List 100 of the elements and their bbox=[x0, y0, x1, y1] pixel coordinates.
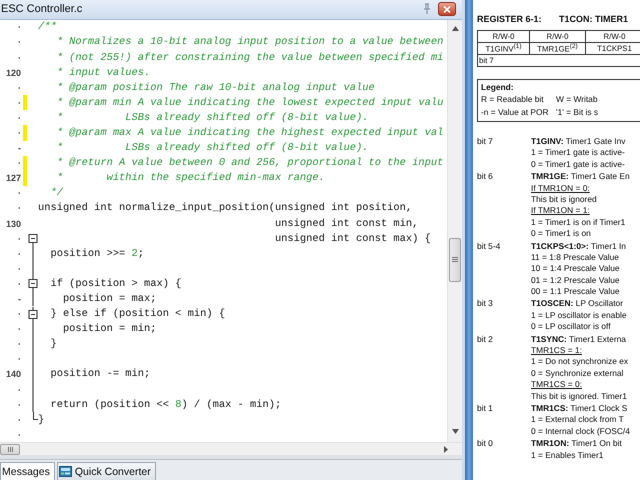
code-line: position = max; bbox=[62, 293, 156, 306]
gutter-marker: · bbox=[17, 22, 22, 32]
gutter-marker: · bbox=[17, 354, 22, 364]
code-line: * @param position The raw 10-bit analog input value bbox=[56, 82, 375, 94]
bit-title: TMR1GE: Timer1 Gate En bbox=[531, 171, 630, 183]
code-line: * @return A value between 0 and 256, proportional to the input bbox=[56, 157, 444, 170]
code-line: */ bbox=[49, 187, 63, 200]
gutter-marker: · bbox=[17, 188, 22, 198]
code-line: unsigned int normalize_input_position(unsigned int position, bbox=[38, 202, 412, 214]
panel-tab[interactable]: Messages bbox=[0, 462, 55, 480]
gutter-marker: - bbox=[17, 294, 22, 304]
collapse-icon[interactable] bbox=[28, 231, 38, 246]
code-line: /** bbox=[38, 21, 57, 34]
code-line: * within the specified min-max range. bbox=[56, 172, 325, 184]
bit-label: bit 2 bbox=[477, 334, 494, 346]
bit-description: This bit is ignored bbox=[531, 194, 598, 206]
condition-text: If TMR1ON = 1: bbox=[531, 205, 591, 217]
scroll-thumb[interactable] bbox=[449, 238, 461, 282]
gutter-marker: · bbox=[17, 384, 22, 395]
gutter-marker: · bbox=[17, 339, 22, 350]
collapse-icon[interactable] bbox=[28, 306, 38, 322]
condition-text: If TMR1ON = 0: bbox=[531, 182, 591, 194]
close-icon bbox=[443, 6, 451, 13]
code-line: unsigned int const min, bbox=[274, 218, 418, 230]
code-line: position >>= 2; bbox=[49, 248, 144, 260]
bit-description: 01 = 1:2 Prescale Value bbox=[531, 274, 621, 286]
gutter-marker: · bbox=[17, 203, 22, 214]
bit-title: T1CKPS<1:0>: Timer1 In bbox=[531, 240, 626, 252]
grip-icon bbox=[452, 257, 458, 262]
bit-label: bit 1 bbox=[477, 402, 494, 414]
bit-description: 0 = Internal clock (FOSC/4 bbox=[531, 426, 630, 438]
bit-description: 0 = Timer1 is on bbox=[531, 228, 592, 240]
gutter-marker: · bbox=[17, 430, 22, 440]
bit-label: bit 5-4 bbox=[477, 240, 502, 252]
gutter-marker: · bbox=[17, 234, 22, 244]
bit-description: This bit is ignored. Timer1 bbox=[531, 390, 628, 402]
gutter-marker: · bbox=[17, 324, 22, 334]
code-line: if (position > max) { bbox=[49, 278, 182, 290]
code-line: * @param min A value indicating the lowest expected input valu bbox=[56, 96, 444, 109]
grip-icon bbox=[8, 446, 12, 452]
legend-entry: R = Readable bit bbox=[481, 94, 545, 106]
code-line: * @param max A value indicating the highest expected input val bbox=[56, 126, 444, 139]
bit-title: T1SYNC: Timer1 Externa bbox=[531, 334, 627, 346]
panel-tab[interactable]: Quick Converter bbox=[56, 462, 156, 480]
vertical-scrollbar[interactable] bbox=[447, 20, 462, 442]
legend-title: Legend: bbox=[481, 82, 515, 94]
gutter-marker: · bbox=[17, 112, 22, 123]
code-line: * LSBs already shifted off (8-bit value). bbox=[56, 112, 368, 124]
bit-description: 1 = LP oscillator is enable bbox=[531, 310, 627, 322]
gutter-marker: 120 bbox=[4, 68, 22, 78]
register-label: REGISTER 6-1: bbox=[477, 14, 543, 24]
bit-label: bit 0 bbox=[477, 438, 494, 450]
bit-description: 0 = Synchronize external bbox=[531, 368, 624, 380]
horizontal-scrollbar[interactable] bbox=[0, 442, 462, 456]
bit-label: bit 7 bbox=[477, 136, 494, 148]
code-line: unsigned int const max) { bbox=[274, 232, 431, 245]
bit-description: 0 = LP oscillator is off bbox=[531, 321, 612, 333]
legend-entry: '1' = Bit is s bbox=[556, 107, 600, 119]
bit-description: 0 = Timer1 gate is active- bbox=[531, 158, 626, 170]
bit-title: TMR1ON: Timer1 On bit bbox=[531, 438, 622, 450]
gutter-marker: · bbox=[17, 52, 22, 63]
bit-title: T1OSCEN: LP Oscillator bbox=[531, 298, 624, 310]
code-line: } bbox=[49, 338, 57, 350]
bit-description: 11 = 1:8 Prescale Value bbox=[531, 252, 620, 264]
gutter-marker: 140 bbox=[4, 369, 22, 380]
gutter-marker: 127 bbox=[4, 173, 22, 184]
register-name: T1CON: TIMER1 bbox=[559, 14, 628, 24]
gutter-marker: · bbox=[17, 278, 22, 289]
bit-label: bit 6 bbox=[477, 171, 494, 183]
gutter-marker: · bbox=[17, 248, 22, 259]
code-line: * Normalizes a 10-bit analog input position to a value between bbox=[56, 36, 444, 48]
gutter-marker: · bbox=[17, 414, 22, 425]
bit-label: bit 3 bbox=[477, 298, 494, 310]
code-line: * LSBs already shifted off (8-bit value). bbox=[56, 142, 368, 154]
collapse-icon[interactable] bbox=[28, 276, 38, 292]
scroll-up-icon[interactable] bbox=[452, 26, 458, 31]
window-title: ESC Controller.c bbox=[0, 3, 84, 16]
gutter-marker: · bbox=[17, 264, 22, 274]
code-line: } else if (position < min) { bbox=[49, 308, 226, 320]
scroll-down-icon[interactable] bbox=[452, 429, 458, 434]
gutter-marker: · bbox=[17, 128, 22, 138]
code-line: * (not 255!) after constraining the value between specified mi bbox=[56, 52, 444, 64]
gutter-marker: · bbox=[17, 98, 22, 108]
scroll-right-icon[interactable] bbox=[444, 446, 448, 453]
condition-text: TMR1CS = 1: bbox=[531, 345, 583, 356]
scroll-thumb[interactable] bbox=[0, 444, 20, 455]
bit-title: TMR1CS: Timer1 Clock S bbox=[531, 402, 628, 414]
code-line: position = min; bbox=[62, 323, 156, 336]
code-line: position -= min; bbox=[49, 368, 150, 380]
bit-description: 1 = Timer1 gate is active- bbox=[531, 147, 626, 159]
code-line: return (position << 8) / (max - min); bbox=[49, 398, 282, 411]
legend-entry: -n = Value at POR bbox=[481, 107, 550, 119]
gutter-marker: · bbox=[17, 400, 22, 410]
bit-description: 1 = External clock from T bbox=[531, 414, 625, 426]
gutter-marker: - bbox=[17, 143, 22, 154]
converter-icon bbox=[58, 466, 72, 478]
close-button[interactable] bbox=[438, 2, 456, 16]
bit-title: T1GINV: Timer1 Gate Inv bbox=[531, 136, 626, 148]
gutter-marker: · bbox=[17, 37, 22, 48]
gutter-marker: · bbox=[17, 309, 22, 320]
